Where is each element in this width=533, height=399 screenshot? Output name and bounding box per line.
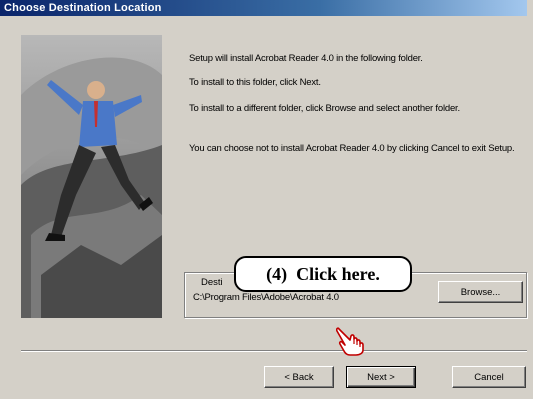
instruction-callout: (4) Click here.: [234, 256, 412, 292]
setup-illustration: [21, 35, 162, 318]
next-button[interactable]: Next >: [346, 366, 416, 388]
destination-path: C:\Program Files\Adobe\Acrobat 4.0: [193, 292, 339, 303]
cancel-button[interactable]: Cancel: [452, 366, 526, 388]
browse-button[interactable]: Browse...: [438, 281, 523, 303]
window-title: Choose Destination Location: [4, 2, 162, 14]
install-folder-text: Setup will install Acrobat Reader 4.0 in…: [189, 53, 423, 64]
next-instruction-text: To install to this folder, click Next.: [189, 77, 321, 88]
setup-dialog: Choose Destination Location Setup will i…: [0, 0, 533, 399]
cancel-instruction-text: You can choose not to install Acrobat Re…: [189, 143, 515, 154]
title-bar-edge: [527, 0, 533, 16]
title-bar: Choose Destination Location: [0, 0, 533, 16]
destination-group-label: Desti: [200, 277, 224, 288]
pointing-hand-icon: [336, 327, 364, 356]
footer-separator: [21, 350, 527, 352]
browse-instruction-text: To install to a different folder, click …: [189, 103, 460, 114]
back-button[interactable]: < Back: [264, 366, 334, 388]
